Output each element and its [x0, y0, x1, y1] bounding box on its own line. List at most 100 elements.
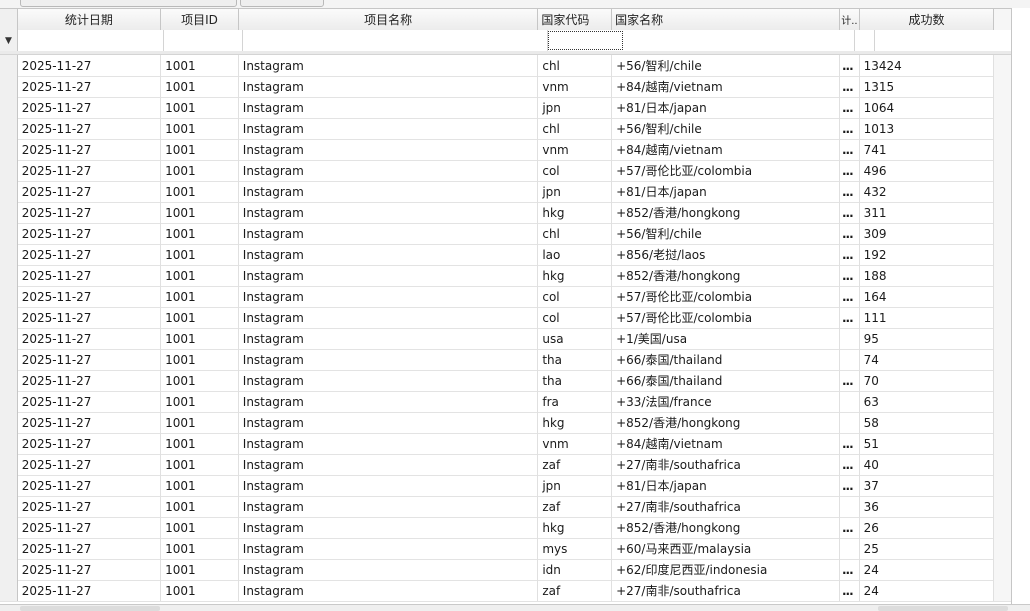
cell-truncated[interactable]: ...	[840, 370, 860, 391]
cell-project-id[interactable]: 1001	[161, 391, 239, 412]
cell-date[interactable]: 2025-11-27	[18, 454, 162, 475]
table-row[interactable]: 2025-11-27 1001 Instagram hkg +852/香港/hongko…	[0, 202, 1012, 224]
cell-project-name[interactable]: Instagram	[239, 412, 539, 433]
filter-cell-project-id[interactable]	[164, 30, 243, 51]
cell-country-code[interactable]: lao	[538, 244, 613, 265]
cell-country-code[interactable]: chl	[538, 55, 613, 76]
cell-country-name[interactable]: +27/南非/southafrica	[612, 496, 840, 517]
cell-country-name[interactable]: +84/越南/vietnam	[612, 76, 840, 97]
cell-truncated[interactable]: ...	[840, 559, 860, 580]
row-indicator[interactable]	[0, 328, 18, 349]
cell-country-name[interactable]: +1/美国/usa	[612, 328, 840, 349]
table-row[interactable]: 2025-11-27 1001 Instagram vnm +84/越南/vietnam…	[0, 76, 1012, 98]
cell-date[interactable]: 2025-11-27	[18, 76, 162, 97]
row-indicator[interactable]	[0, 76, 18, 97]
cell-project-id[interactable]: 1001	[161, 349, 239, 370]
cell-truncated[interactable]: ...	[840, 244, 860, 265]
cell-truncated[interactable]: ...	[840, 433, 860, 454]
cell-country-name[interactable]: +852/香港/hongkong	[612, 265, 840, 286]
table-row[interactable]: 2025-11-27 1001 Instagram hkg +852/香港/hongko…	[0, 265, 1012, 287]
cell-truncated[interactable]: ...	[840, 202, 860, 223]
cell-project-name[interactable]: Instagram	[239, 538, 539, 559]
table-row[interactable]: 2025-11-27 1001 Instagram vnm +84/越南/vietnam…	[0, 433, 1012, 455]
cell-country-name[interactable]: +852/香港/hongkong	[612, 202, 840, 223]
cell-success-count[interactable]: 51	[860, 433, 995, 454]
table-row[interactable]: 2025-11-27 1001 Instagram zaf +27/南非/southaf…	[0, 580, 1012, 602]
column-header-success-count[interactable]: 成功数	[860, 9, 995, 30]
cell-project-name[interactable]: Instagram	[239, 349, 539, 370]
row-indicator[interactable]	[0, 139, 18, 160]
cell-country-code[interactable]: hkg	[538, 412, 613, 433]
scrollbar-thumb-right[interactable]	[878, 606, 1008, 611]
cell-country-code[interactable]: jpn	[538, 475, 613, 496]
cell-country-code[interactable]: tha	[538, 370, 613, 391]
cell-success-count[interactable]: 24	[860, 580, 995, 601]
column-header-truncated[interactable]: 计..	[840, 9, 860, 30]
cell-country-name[interactable]: +852/香港/hongkong	[612, 412, 840, 433]
filter-cell-success-count[interactable]	[875, 30, 1012, 51]
table-row[interactable]: 2025-11-27 1001 Instagram chl +56/智利/chile..…	[0, 118, 1012, 140]
cell-truncated[interactable]: ...	[840, 265, 860, 286]
cell-country-name[interactable]: +27/南非/southafrica	[612, 454, 840, 475]
row-indicator[interactable]	[0, 286, 18, 307]
scrollbar-thumb-left[interactable]	[20, 606, 160, 611]
cell-project-id[interactable]: 1001	[161, 475, 239, 496]
cell-date[interactable]: 2025-11-27	[18, 391, 162, 412]
cell-country-code[interactable]: zaf	[538, 454, 613, 475]
cell-country-name[interactable]: +27/南非/southafrica	[612, 580, 840, 601]
cell-country-name[interactable]: +56/智利/chile	[612, 55, 840, 76]
cell-success-count[interactable]: 24	[860, 559, 995, 580]
cell-success-count[interactable]: 309	[860, 223, 995, 244]
cell-date[interactable]: 2025-11-27	[18, 580, 162, 601]
cell-success-count[interactable]: 40	[860, 454, 995, 475]
row-indicator[interactable]	[0, 55, 18, 76]
cell-success-count[interactable]: 25	[860, 538, 995, 559]
cell-success-count[interactable]: 37	[860, 475, 995, 496]
table-row[interactable]: 2025-11-27 1001 Instagram tha +66/泰国/thailan…	[0, 370, 1012, 392]
table-row[interactable]: 2025-11-27 1001 Instagram jpn +81/日本/japan..…	[0, 181, 1012, 203]
table-row[interactable]: 2025-11-27 1001 Instagram hkg +852/香港/hongko…	[0, 517, 1012, 539]
cell-success-count[interactable]: 63	[860, 391, 995, 412]
cell-project-name[interactable]: Instagram	[239, 307, 539, 328]
cell-truncated[interactable]: ...	[840, 139, 860, 160]
cell-project-name[interactable]: Instagram	[239, 559, 539, 580]
cell-truncated[interactable]: ...	[840, 475, 860, 496]
cell-date[interactable]: 2025-11-27	[18, 55, 162, 76]
cell-project-name[interactable]: Instagram	[239, 244, 539, 265]
cell-truncated[interactable]	[840, 538, 860, 559]
cell-project-name[interactable]: Instagram	[239, 223, 539, 244]
table-row[interactable]: 2025-11-27 1001 Instagram fra +33/法国/france 6…	[0, 391, 1012, 413]
cell-project-id[interactable]: 1001	[161, 265, 239, 286]
cell-country-code[interactable]: hkg	[538, 202, 613, 223]
cell-truncated[interactable]: ...	[840, 160, 860, 181]
cell-success-count[interactable]: 164	[860, 286, 995, 307]
table-row[interactable]: 2025-11-27 1001 Instagram usa +1/美国/usa 95	[0, 328, 1012, 350]
cell-truncated[interactable]	[840, 391, 860, 412]
row-indicator[interactable]	[0, 517, 18, 538]
row-indicator[interactable]	[0, 307, 18, 328]
toolbar-button[interactable]	[240, 0, 324, 7]
cell-country-name[interactable]: +81/日本/japan	[612, 475, 840, 496]
cell-project-name[interactable]: Instagram	[239, 265, 539, 286]
cell-country-code[interactable]: fra	[538, 391, 613, 412]
row-indicator[interactable]	[0, 181, 18, 202]
cell-success-count[interactable]: 58	[860, 412, 995, 433]
table-row[interactable]: 2025-11-27 1001 Instagram jpn +81/日本/japan..…	[0, 475, 1012, 497]
cell-project-id[interactable]: 1001	[161, 223, 239, 244]
cell-truncated[interactable]: ...	[840, 97, 860, 118]
filter-cell-country-name[interactable]	[623, 30, 855, 51]
cell-success-count[interactable]: 311	[860, 202, 995, 223]
cell-date[interactable]: 2025-11-27	[18, 286, 162, 307]
column-header-project-name[interactable]: 项目名称	[239, 9, 539, 30]
column-header-country-name[interactable]: 国家名称	[612, 9, 841, 30]
cell-date[interactable]: 2025-11-27	[18, 412, 162, 433]
row-indicator[interactable]	[0, 265, 18, 286]
cell-success-count[interactable]: 1013	[860, 118, 995, 139]
table-row[interactable]: 2025-11-27 1001 Instagram col +57/哥伦比亚/colom…	[0, 307, 1012, 329]
cell-country-code[interactable]: chl	[538, 223, 613, 244]
cell-project-id[interactable]: 1001	[161, 454, 239, 475]
cell-date[interactable]: 2025-11-27	[18, 433, 162, 454]
cell-project-id[interactable]: 1001	[161, 517, 239, 538]
table-row[interactable]: 2025-11-27 1001 Instagram idn +62/印度尼西亚/indo…	[0, 559, 1012, 581]
cell-project-name[interactable]: Instagram	[239, 496, 539, 517]
